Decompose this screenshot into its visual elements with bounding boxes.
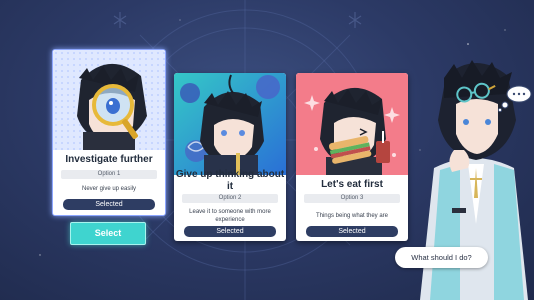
card-title: Give up thinking about it — [175, 169, 285, 192]
card-description: Never give up easily — [81, 186, 137, 192]
dazed-portrait — [174, 73, 286, 175]
choice-card-option-3[interactable]: Let's eat first Option 3 Things being wh… — [296, 73, 408, 241]
selected-badge: Selected — [63, 199, 155, 210]
option-label: Option 3 — [304, 194, 400, 203]
selected-badge: Selected — [306, 226, 398, 237]
card-title: Investigate further — [65, 154, 153, 165]
sandwich-portrait — [296, 73, 408, 175]
magnifying-glass-portrait — [53, 50, 165, 150]
choice-card-option-1[interactable]: Investigate further Option 1 Never give … — [52, 49, 166, 216]
card-description: Leave it to someone with more experience — [189, 209, 271, 223]
card-description: Things being what they are — [315, 213, 389, 219]
card-title: Let's eat first — [321, 179, 383, 190]
option-label: Option 1 — [61, 170, 157, 179]
selected-badge: Selected — [184, 226, 276, 237]
dialogue-bubble: What should I do? — [395, 247, 488, 268]
choice-card-option-2[interactable]: Give up thinking about it Option 2 Leave… — [174, 73, 286, 241]
thought-bubble-icon — [497, 85, 532, 112]
select-button[interactable]: Select — [70, 222, 146, 245]
option-label: Option 2 — [182, 194, 278, 203]
